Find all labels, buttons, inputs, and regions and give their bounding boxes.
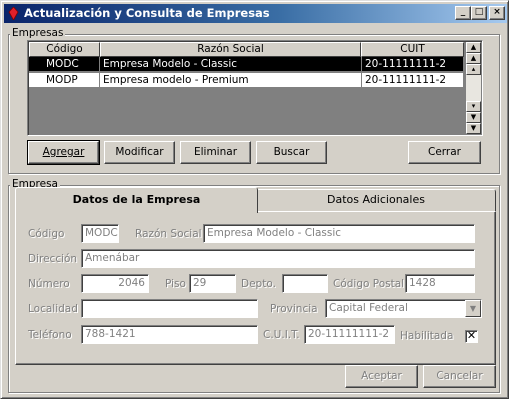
eliminar-button[interactable]: Eliminar bbox=[180, 141, 251, 164]
cell-codigo: MODC bbox=[29, 57, 100, 72]
provincia-label: Provincia bbox=[270, 303, 318, 315]
app-icon bbox=[8, 7, 19, 20]
cerrar-button[interactable]: Cerrar bbox=[408, 141, 481, 164]
habilitada-checkbox[interactable]: ✕ bbox=[465, 330, 478, 343]
agregar-label: Agregar bbox=[42, 146, 85, 158]
scroll-down-icon: ▼ bbox=[470, 113, 477, 121]
scroll-last-icon: ▼ bbox=[470, 124, 477, 132]
cell-codigo: MODP bbox=[29, 73, 100, 88]
title-bar[interactable]: Actualización y Consulta de Empresas _ □… bbox=[4, 4, 507, 23]
table-row[interactable]: MODC Empresa Modelo - Classic 20-1111111… bbox=[29, 57, 464, 72]
direccion-label: Dirección bbox=[28, 253, 78, 265]
depto-field[interactable] bbox=[282, 274, 328, 293]
aceptar-label: Aceptar bbox=[361, 370, 402, 382]
buscar-button[interactable]: Buscar bbox=[256, 141, 327, 164]
check-icon: ✕ bbox=[466, 329, 477, 342]
minimize-button[interactable]: _ bbox=[455, 6, 471, 20]
localidad-label: Localidad bbox=[28, 303, 78, 315]
provincia-select[interactable]: Capital Federal bbox=[325, 299, 482, 318]
codigo-postal-field[interactable]: 1428 bbox=[405, 274, 475, 293]
maximize-icon: □ bbox=[474, 7, 484, 17]
cell-razon-social: Empresa Modelo - Classic bbox=[100, 57, 362, 72]
column-header-cuit[interactable]: CUIT bbox=[361, 42, 464, 57]
codigo-postal-label: Código Postal bbox=[333, 278, 405, 290]
buscar-label: Buscar bbox=[273, 146, 310, 158]
codigo-field[interactable]: MODC bbox=[81, 224, 119, 243]
razon-social-field[interactable]: Empresa Modelo - Classic bbox=[203, 224, 475, 243]
cell-cuit: 20-11111111-2 bbox=[362, 57, 464, 72]
tab-datos-empresa-label: Datos de la Empresa bbox=[72, 193, 201, 206]
scroll-up-icon: ▲ bbox=[470, 54, 477, 62]
agregar-button[interactable]: Agregar bbox=[27, 140, 100, 165]
close-button[interactable]: × bbox=[489, 6, 505, 20]
cancelar-button[interactable]: Cancelar bbox=[423, 365, 496, 388]
cuit-field[interactable]: 20-11111111-2 bbox=[304, 325, 395, 344]
vertical-scrollbar[interactable]: ▲ ▲ ▴ ▾ ▼ ▼ bbox=[466, 42, 481, 134]
cell-cuit: 20-11111111-2 bbox=[362, 73, 464, 88]
empresas-group-label: Empresas bbox=[10, 27, 66, 39]
chevron-up-icon: ▴ bbox=[471, 65, 476, 73]
chevron-down-icon: ▾ bbox=[471, 102, 476, 110]
codigo-label: Código bbox=[28, 228, 65, 240]
cerrar-label: Cerrar bbox=[428, 146, 461, 158]
direccion-field[interactable]: Amenábar bbox=[81, 249, 475, 268]
piso-field[interactable]: 29 bbox=[189, 274, 236, 293]
maximize-button[interactable]: □ bbox=[471, 6, 487, 20]
scroll-first-button[interactable]: ▲ bbox=[466, 42, 481, 53]
depto-label: Depto. bbox=[241, 278, 276, 290]
razon-social-label: Razón Social bbox=[135, 228, 202, 240]
eliminar-label: Eliminar bbox=[193, 146, 238, 158]
table-row[interactable]: MODP Empresa modelo - Premium 20-1111111… bbox=[29, 73, 464, 88]
telefono-field[interactable]: 788-1421 bbox=[81, 325, 258, 344]
modificar-button[interactable]: Modificar bbox=[104, 141, 175, 164]
tab-datos-adicionales-label: Datos Adicionales bbox=[327, 193, 425, 206]
numero-label: Número bbox=[28, 278, 70, 290]
numero-field[interactable]: 2046 bbox=[81, 274, 149, 293]
scroll-prior-button[interactable]: ▲ bbox=[466, 53, 481, 64]
telefono-label: Teléfono bbox=[28, 329, 72, 341]
cancelar-label: Cancelar bbox=[436, 370, 483, 382]
column-header-codigo[interactable]: Código bbox=[29, 42, 100, 57]
scroll-first-icon: ▲ bbox=[470, 43, 477, 51]
scroll-up-button[interactable]: ▴ bbox=[466, 64, 481, 75]
habilitada-label: Habilitada bbox=[400, 330, 454, 342]
localidad-field[interactable] bbox=[81, 299, 258, 318]
cell-razon-social: Empresa modelo - Premium bbox=[100, 73, 362, 88]
aceptar-button[interactable]: Aceptar bbox=[345, 365, 418, 388]
scroll-next-button[interactable]: ▼ bbox=[466, 112, 481, 123]
scroll-down-button[interactable]: ▾ bbox=[466, 101, 481, 112]
provincia-dropdown-button[interactable]: ▼ bbox=[465, 300, 481, 317]
cuit-label: C.U.I.T. bbox=[263, 329, 300, 341]
empresas-grid[interactable]: Código Razón Social CUIT MODC Empresa Mo… bbox=[27, 40, 483, 136]
scroll-last-button[interactable]: ▼ bbox=[466, 123, 481, 134]
tab-datos-empresa[interactable]: Datos de la Empresa bbox=[15, 187, 258, 213]
window-title: Actualización y Consulta de Empresas bbox=[24, 6, 270, 20]
piso-label: Piso bbox=[165, 278, 186, 290]
minimize-icon: _ bbox=[460, 7, 466, 17]
column-header-razon-social[interactable]: Razón Social bbox=[100, 42, 361, 57]
chevron-down-icon: ▼ bbox=[469, 304, 477, 313]
tab-datos-adicionales[interactable]: Datos Adicionales bbox=[256, 189, 496, 211]
modificar-label: Modificar bbox=[115, 146, 164, 158]
close-icon: × bbox=[493, 7, 501, 17]
